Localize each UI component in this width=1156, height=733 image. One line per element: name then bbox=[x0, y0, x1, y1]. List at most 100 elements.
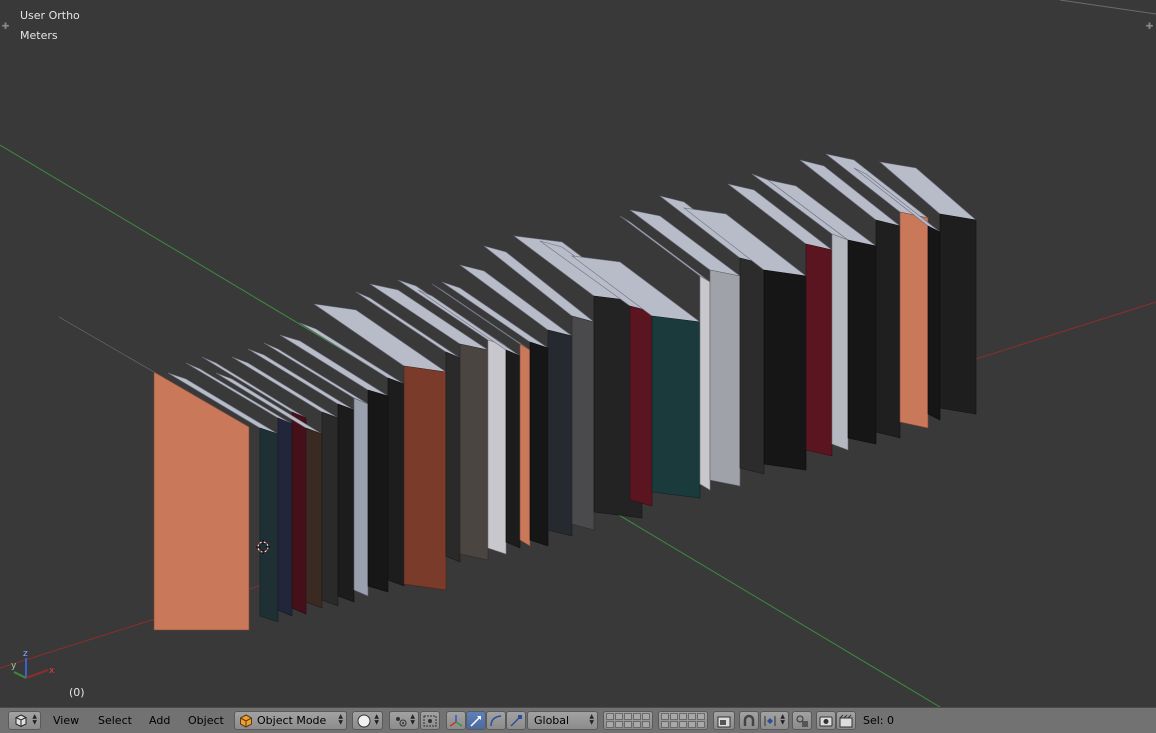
layer-button[interactable] bbox=[688, 721, 696, 728]
mode-selector[interactable]: Object Mode ▲ ▼ bbox=[234, 711, 347, 730]
gizmo-x-axis bbox=[25, 669, 49, 679]
selector-arrows-icon: ▲ ▼ bbox=[32, 713, 37, 726]
book-spine-face bbox=[291, 411, 307, 615]
layer-button[interactable] bbox=[661, 713, 669, 720]
book-spine-face bbox=[709, 269, 741, 487]
scene-canvas[interactable]: x yz bbox=[0, 0, 1156, 707]
cube-orange-icon bbox=[240, 714, 252, 728]
layer-button[interactable] bbox=[633, 721, 641, 728]
selector-arrows-icon: ▲ ▼ bbox=[410, 713, 415, 726]
layer-button[interactable] bbox=[670, 713, 678, 720]
3d-view-header: ▲ ▼ View Select Add Object Object Mode ▲ ▼… bbox=[0, 707, 1156, 733]
region-split-corner-icon[interactable]: ✚ bbox=[1, 23, 10, 32]
selector-arrows-icon: ▲ ▼ bbox=[589, 713, 594, 726]
snap-target-selector[interactable] bbox=[792, 711, 812, 730]
gizmo-y-label: y bbox=[11, 661, 17, 671]
selector-arrows-icon: ▲ ▼ bbox=[338, 713, 343, 726]
snap-element-icon bbox=[764, 716, 776, 726]
book-spine-face bbox=[367, 389, 389, 593]
book-spine-face bbox=[305, 427, 323, 609]
editor-type-selector[interactable]: ▲ ▼ bbox=[8, 711, 41, 730]
book-row-model bbox=[58, 153, 978, 631]
book-spine-face bbox=[259, 427, 279, 623]
lock-camera-layers-toggle[interactable] bbox=[713, 711, 735, 730]
layer-button[interactable] bbox=[615, 713, 623, 720]
gizmo-z-label: z bbox=[23, 649, 28, 659]
layer-buttons-group-1[interactable] bbox=[603, 711, 653, 730]
book-spine-face bbox=[805, 243, 833, 457]
layer-button[interactable] bbox=[615, 721, 623, 728]
book-top-face bbox=[878, 161, 978, 221]
orientation-label: Global bbox=[534, 714, 570, 727]
book-spine-face bbox=[519, 343, 531, 547]
region-split-corner-icon[interactable]: ✚ bbox=[1145, 23, 1154, 32]
book-spine-face bbox=[387, 377, 405, 587]
book-spine-face bbox=[487, 339, 507, 555]
layer-button[interactable] bbox=[642, 721, 650, 728]
book-spine-face bbox=[739, 257, 765, 475]
book-spine-face bbox=[939, 213, 977, 415]
layer-button[interactable] bbox=[624, 713, 632, 720]
layer-buttons-group-2[interactable] bbox=[658, 711, 708, 730]
layer-button[interactable] bbox=[697, 713, 705, 720]
snap-target-icon bbox=[796, 715, 808, 727]
book-spine-face bbox=[459, 343, 489, 561]
layer-button[interactable] bbox=[606, 721, 614, 728]
layer-button[interactable] bbox=[624, 721, 632, 728]
view3d-icon bbox=[15, 714, 27, 728]
pivot-point-selector[interactable]: ▲ ▼ bbox=[389, 711, 419, 730]
layer-button[interactable] bbox=[606, 713, 614, 720]
opengl-anim-icon bbox=[839, 714, 853, 728]
layer-button[interactable] bbox=[688, 713, 696, 720]
menu-select[interactable]: Select bbox=[98, 714, 132, 728]
book-1 bbox=[58, 316, 250, 631]
units-label: Meters bbox=[20, 29, 58, 42]
selector-arrows-icon: ▲ ▼ bbox=[780, 713, 785, 726]
layer-button[interactable] bbox=[679, 721, 687, 728]
menu-view[interactable]: View bbox=[53, 714, 79, 728]
solid-sphere-icon bbox=[357, 714, 371, 728]
layer-button[interactable] bbox=[633, 713, 641, 720]
opengl-animation-button[interactable] bbox=[836, 711, 856, 730]
3d-cursor-icon bbox=[256, 540, 270, 554]
layer-button[interactable] bbox=[670, 721, 678, 728]
magnet-icon bbox=[743, 714, 755, 726]
book-spine-face bbox=[403, 365, 447, 591]
translate-icon bbox=[470, 716, 481, 727]
snap-element-selector[interactable]: ▲ ▼ bbox=[760, 711, 789, 730]
manipulate-center-points-toggle[interactable] bbox=[420, 711, 440, 730]
scale-manipulator-button[interactable] bbox=[506, 711, 526, 730]
book-spine-face bbox=[277, 417, 293, 617]
layer-button[interactable] bbox=[679, 713, 687, 720]
book-spine-face bbox=[651, 315, 701, 499]
frame-number-label: (0) bbox=[69, 686, 85, 699]
book-spine-face bbox=[321, 411, 339, 607]
book-spine-face bbox=[445, 351, 461, 563]
layer-button[interactable] bbox=[661, 721, 669, 728]
manipulator-toggle[interactable] bbox=[446, 711, 466, 730]
view-name-label: User Ortho bbox=[20, 9, 80, 22]
pivot-point-icon bbox=[396, 717, 407, 727]
layer-button[interactable] bbox=[697, 721, 705, 728]
opengl-render-button[interactable] bbox=[816, 711, 836, 730]
menu-add[interactable]: Add bbox=[149, 714, 170, 728]
transform-orientation-selector[interactable]: Global ▲ ▼ bbox=[527, 711, 598, 730]
book-spine-face bbox=[529, 341, 549, 547]
menu-object[interactable]: Object bbox=[188, 714, 224, 728]
axis-gizmo: x yz bbox=[11, 649, 55, 679]
rotate-manipulator-button[interactable] bbox=[486, 711, 506, 730]
viewport-shading-selector[interactable]: ▲ ▼ bbox=[352, 711, 383, 730]
gizmo-y-axis bbox=[13, 671, 27, 679]
snap-toggle[interactable] bbox=[739, 711, 759, 730]
translate-manipulator-button[interactable] bbox=[466, 711, 486, 730]
layer-button[interactable] bbox=[642, 713, 650, 720]
book-spine-face bbox=[505, 349, 521, 549]
3d-viewport[interactable]: x yz User Ortho Meters (0) ✚ ✚ bbox=[0, 0, 1156, 707]
book-spine-face bbox=[353, 397, 369, 597]
book-spine-face bbox=[699, 275, 711, 491]
book-spine-face bbox=[547, 329, 573, 537]
opengl-render-icon bbox=[819, 716, 833, 727]
selector-arrows-icon: ▲ ▼ bbox=[374, 713, 379, 726]
grid-line bbox=[1059, 0, 1156, 15]
book-spine-face bbox=[847, 239, 877, 445]
